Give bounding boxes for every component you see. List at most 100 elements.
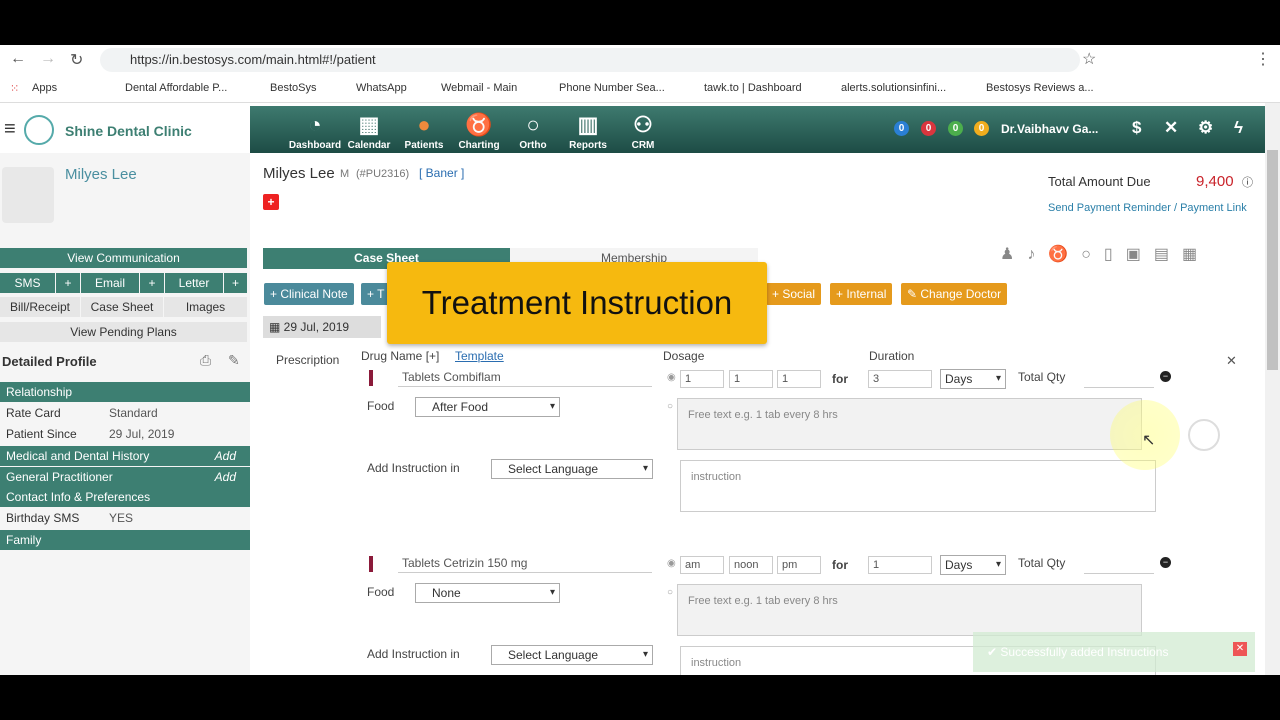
close-icon[interactable]: ✕: [1226, 353, 1237, 369]
nav-reports[interactable]: ▥ Reports: [561, 110, 615, 151]
bookmark[interactable]: WhatsApp: [356, 82, 407, 94]
dose-noon[interactable]: 1: [729, 370, 773, 388]
instruction-input[interactable]: instruction: [680, 460, 1156, 512]
reload-icon[interactable]: ↻: [70, 50, 83, 70]
letter-add-button[interactable]: +: [224, 273, 247, 293]
sidebar-patient-name[interactable]: Milyes Lee: [65, 166, 137, 183]
free-text-radio[interactable]: ○: [667, 401, 673, 412]
bookmark[interactable]: Apps: [32, 82, 57, 94]
free-text-input[interactable]: Free text e.g. 1 tab every 8 hrs: [677, 584, 1142, 636]
dose-morning[interactable]: am: [680, 556, 724, 574]
patient-name: Milyes Lee: [263, 165, 335, 182]
duration-input[interactable]: 3: [868, 370, 932, 388]
back-icon[interactable]: ←: [10, 50, 26, 68]
language-select[interactable]: Select Language: [491, 459, 653, 479]
print-icon[interactable]: ⎙: [200, 352, 211, 369]
dollar-icon[interactable]: $: [1132, 118, 1141, 138]
sms-add-button[interactable]: +: [56, 273, 80, 293]
free-text-input[interactable]: Free text e.g. 1 tab every 8 hrs: [677, 398, 1142, 450]
address-bar[interactable]: https://in.bestosys.com/main.html#!/pati…: [100, 48, 1080, 72]
badge-blue[interactable]: 0: [894, 121, 909, 136]
toast-close-icon[interactable]: ✕: [1233, 642, 1247, 656]
change-doctor-button[interactable]: ✎ Change Doctor: [901, 283, 1008, 305]
remove-drug-icon[interactable]: −: [1160, 371, 1171, 382]
bookmark[interactable]: BestoSys: [270, 82, 316, 94]
gear-icon[interactable]: ⚙: [1198, 118, 1213, 138]
bolt-icon[interactable]: ϟ: [1234, 118, 1243, 138]
profile-row[interactable]: Medical and Dental History Add: [0, 446, 250, 466]
case-toolbar-icons[interactable]: ♟♪♉○▯▣▤▦: [1000, 244, 1210, 264]
star-icon[interactable]: ☆: [1082, 49, 1096, 69]
info-icon[interactable]: ⓘ: [1242, 174, 1253, 190]
badge-green[interactable]: 0: [948, 121, 963, 136]
profile-row-label: Relationship: [6, 385, 73, 399]
drug-name-input[interactable]: Tablets Combiflam: [398, 369, 652, 387]
dose-radio[interactable]: ◉: [667, 558, 676, 569]
patient-tag[interactable]: [ Baner ]: [419, 166, 464, 180]
profile-row[interactable]: Relationship: [0, 382, 250, 402]
duration-input[interactable]: 1: [868, 556, 932, 574]
dose-radio[interactable]: ◉: [667, 372, 676, 383]
bookmark[interactable]: Phone Number Sea...: [559, 82, 665, 94]
profile-row-value: 29 Jul, 2019: [109, 427, 175, 441]
dose-morning[interactable]: 1: [680, 370, 724, 388]
dose-noon[interactable]: noon: [729, 556, 773, 574]
user-menu[interactable]: Dr.Vaibhavv Ga...: [1001, 122, 1098, 136]
duration-unit-select[interactable]: Days: [940, 555, 1006, 575]
date-field[interactable]: ▦ 29 Jul, 2019: [263, 316, 381, 338]
drug-name-input[interactable]: Tablets Cetrizin 150 mg: [398, 555, 652, 573]
remove-drug-icon[interactable]: −: [1160, 557, 1171, 568]
nav-charting[interactable]: ♉ Charting: [452, 110, 506, 151]
dose-night[interactable]: 1: [777, 370, 821, 388]
badge-yellow[interactable]: 0: [974, 121, 989, 136]
letter-button[interactable]: Letter: [165, 273, 223, 293]
nav-dashboard[interactable]: ◔ Dashboard: [288, 110, 342, 151]
dose-night[interactable]: pm: [777, 556, 821, 574]
total-qty-label: Total Qty: [1018, 370, 1066, 384]
profile-add-link[interactable]: Add: [215, 446, 236, 466]
profile-row[interactable]: Contact Info & Preferences: [0, 487, 250, 507]
nav-crm[interactable]: ⚇ CRM: [616, 110, 670, 151]
profile-add-link[interactable]: Add: [215, 467, 236, 487]
scrollbar-thumb[interactable]: [1267, 150, 1278, 370]
nav-patients[interactable]: ● Patients: [397, 110, 451, 151]
hamburger-icon[interactable]: ≡: [4, 118, 16, 141]
view-pending-plans-button[interactable]: View Pending Plans: [0, 322, 247, 342]
bill-receipt-button[interactable]: Bill/Receipt: [0, 297, 80, 317]
bookmark[interactable]: tawk.to | Dashboard: [704, 82, 802, 94]
nav-calendar[interactable]: ▦ Calendar: [342, 110, 396, 151]
food-select[interactable]: After Food: [415, 397, 560, 417]
edit-icon[interactable]: ✎: [228, 352, 240, 369]
nav-ortho[interactable]: ○ Ortho: [506, 110, 560, 151]
bookmark[interactable]: Dental Affordable P...: [125, 82, 227, 94]
duration-unit-select[interactable]: Days: [940, 369, 1006, 389]
view-communication-button[interactable]: View Communication: [0, 248, 247, 268]
social-button[interactable]: + Social: [766, 283, 822, 305]
profile-row[interactable]: General Practitioner Add: [0, 467, 250, 487]
internal-button[interactable]: + Internal: [830, 283, 893, 305]
total-qty-input[interactable]: [1084, 556, 1154, 574]
language-select[interactable]: Select Language: [491, 645, 653, 665]
total-qty-input[interactable]: [1084, 370, 1154, 388]
badge-red[interactable]: 0: [921, 121, 936, 136]
images-button[interactable]: Images: [164, 297, 247, 317]
email-add-button[interactable]: +: [140, 273, 164, 293]
forward-icon[interactable]: →: [40, 50, 56, 68]
payment-reminder-link[interactable]: Send Payment Reminder / Payment Link: [1048, 202, 1247, 214]
free-text-radio[interactable]: ○: [667, 587, 673, 598]
fullscreen-icon[interactable]: ✕: [1164, 118, 1178, 138]
sms-button[interactable]: SMS: [0, 273, 55, 293]
email-button[interactable]: Email: [81, 273, 139, 293]
menu-icon[interactable]: ⋮: [1255, 49, 1271, 69]
drug-name-header[interactable]: Drug Name [+]: [361, 349, 439, 363]
patient-gender: M: [340, 168, 350, 180]
clinical-note-button[interactable]: + Clinical Note: [264, 283, 354, 305]
template-link[interactable]: Template: [455, 349, 504, 363]
case-sheet-button[interactable]: Case Sheet: [81, 297, 163, 317]
profile-row[interactable]: Family: [0, 530, 250, 550]
food-select[interactable]: None: [415, 583, 560, 603]
bookmark[interactable]: Webmail - Main: [441, 82, 517, 94]
medical-alert-icon[interactable]: +: [263, 194, 279, 210]
bookmark[interactable]: alerts.solutionsinfini...: [841, 82, 946, 94]
bookmark[interactable]: Bestosys Reviews a...: [986, 82, 1094, 94]
